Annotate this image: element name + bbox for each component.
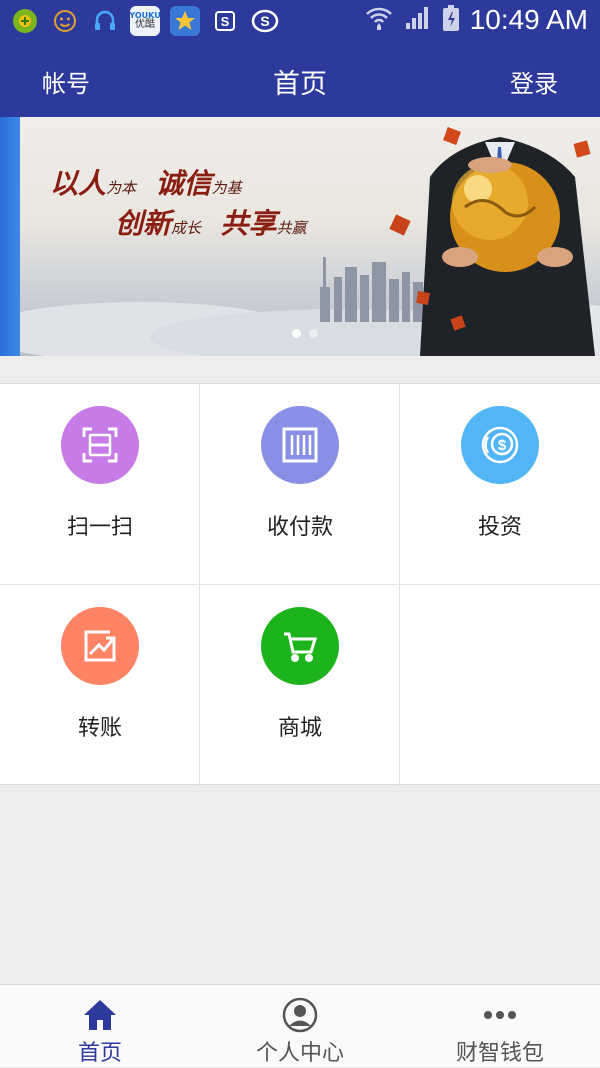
grid-item-label: 投资 [477, 515, 522, 540]
grid-item-label: 商城 [277, 716, 322, 741]
s-square-icon: S [210, 6, 240, 36]
clover-icon [10, 6, 40, 36]
grid-item-scan[interactable]: 扫一扫 [0, 384, 200, 585]
youku-icon: YOUKU 优酷 [129, 6, 161, 36]
slogan-line-1: 以人为本 诚信为基 [50, 167, 242, 200]
nav-tab-wallet[interactable]: 财智钱包 [400, 985, 600, 1068]
grid-item-invest[interactable]: $ 投资 [400, 384, 600, 585]
wifi-icon [364, 4, 394, 36]
nav-tab-home[interactable]: 首页 [0, 985, 200, 1068]
home-icon [82, 997, 118, 1033]
carousel-indicator [292, 329, 318, 338]
headset-icon [90, 6, 120, 36]
barcode-icon [261, 406, 339, 484]
bottom-nav: 首页 个人中心 财智钱包 [0, 984, 600, 1067]
star-icon [170, 6, 200, 36]
banner-edge [0, 117, 20, 356]
app-header: 帐号 首页 登录 [0, 44, 600, 117]
notification-icons: YOUKU 优酷 S S [10, 6, 280, 36]
carousel-dot[interactable] [292, 329, 301, 338]
banner-image: 以人为本 诚信为基 创新成长 共享共赢 [20, 117, 600, 356]
grid-item-label: 扫一扫 [66, 515, 133, 540]
face-icon [50, 6, 80, 36]
banner-carousel[interactable]: 以人为本 诚信为基 创新成长 共享共赢 [0, 117, 600, 356]
nav-tab-profile[interactable]: 个人中心 [200, 985, 400, 1068]
grid-item-payment[interactable]: 收付款 [200, 384, 400, 585]
more-dots-icon [482, 997, 518, 1033]
grid-item-empty [400, 585, 600, 786]
nav-tab-label: 首页 [77, 1041, 122, 1066]
system-indicators: 10:49 AM [364, 4, 588, 36]
carousel-dot[interactable] [309, 329, 318, 338]
slogan-line-2: 创新成长 共享共赢 [115, 207, 307, 240]
dollar-coin-icon: $ [461, 406, 539, 484]
scan-icon [61, 406, 139, 484]
status-bar: YOUKU 优酷 S S 10:49 AM [0, 0, 600, 44]
person-icon [282, 997, 318, 1033]
grid-item-transfer[interactable]: 转账 [0, 585, 200, 786]
nav-tab-label: 个人中心 [255, 1041, 344, 1066]
clock-time: 10:49 AM [469, 4, 588, 35]
grid-item-mall[interactable]: 商城 [200, 585, 400, 786]
function-grid: 扫一扫 收付款 $ 投资 转账 商城 [0, 383, 600, 786]
svg-text:S: S [260, 13, 269, 29]
trend-chart-icon [61, 607, 139, 685]
signal-icon [404, 5, 432, 35]
cart-icon [261, 607, 339, 685]
svg-text:$: $ [498, 437, 507, 454]
login-button[interactable]: 登录 [510, 64, 558, 99]
grid-item-label: 收付款 [266, 515, 333, 540]
svg-text:S: S [221, 14, 230, 29]
s-logo-icon: S [250, 6, 280, 36]
battery-icon [442, 4, 460, 36]
grid-item-label: 转账 [77, 716, 122, 741]
nav-tab-label: 财智钱包 [455, 1041, 544, 1066]
